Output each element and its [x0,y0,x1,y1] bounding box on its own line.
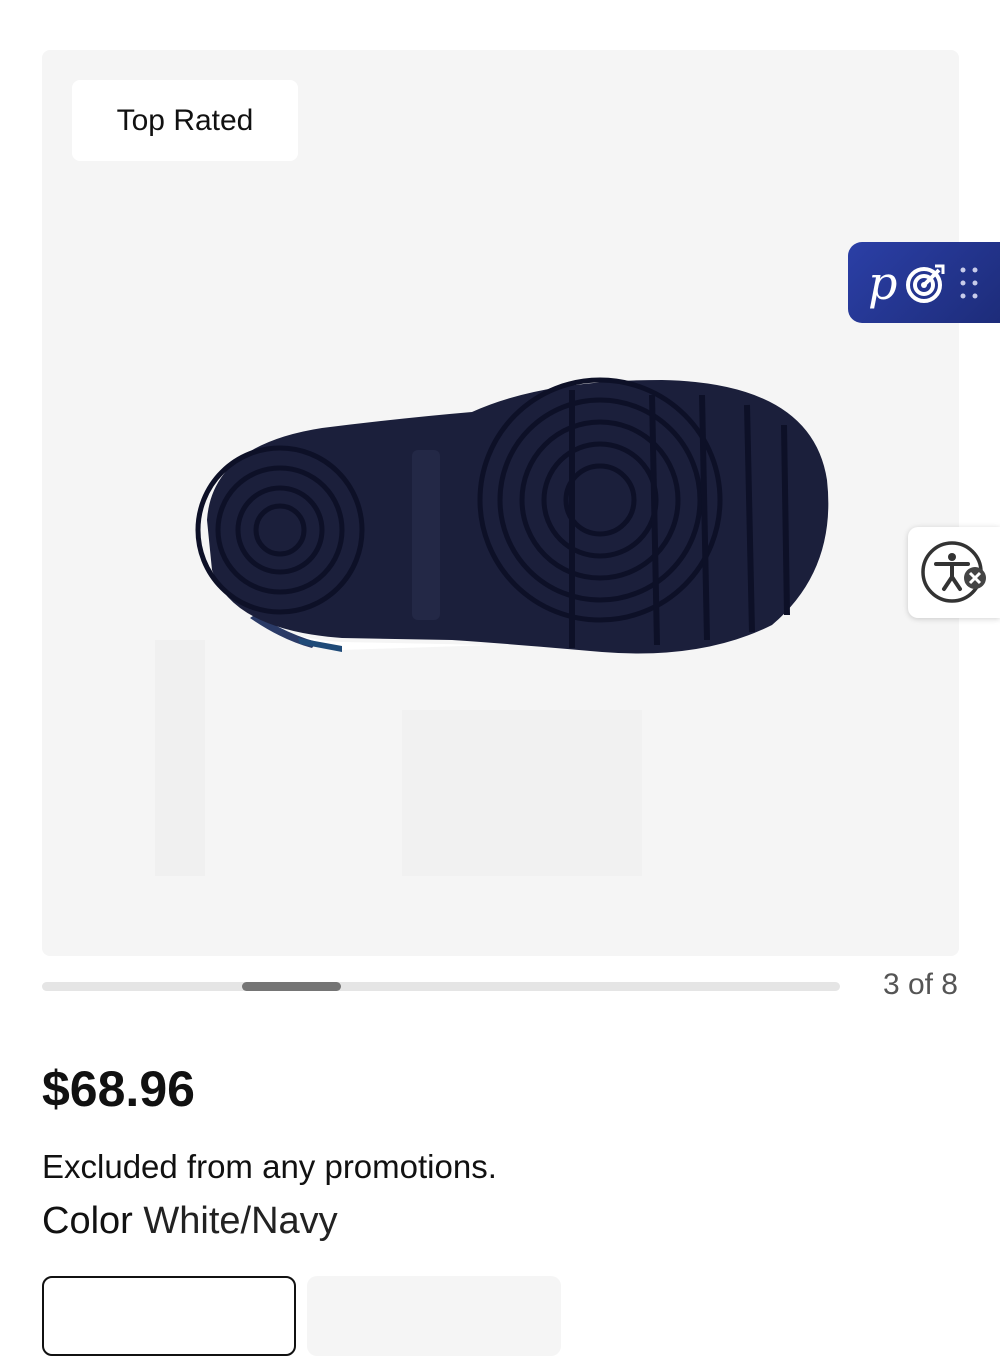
color-label: Color [42,1200,133,1242]
color-swatch[interactable] [307,1276,561,1356]
gallery-progress-track[interactable] [42,982,840,991]
accessibility-button[interactable] [908,527,1000,618]
promo-widget[interactable]: p [848,242,1000,323]
color-swatch-selected[interactable] [42,1276,296,1356]
accessibility-icon [921,541,986,603]
sneaker-outsole-image [155,377,829,876]
color-info: Color White/Navy [42,1200,338,1243]
product-price: $68.96 [42,1061,195,1117]
promo-letter: p [868,255,898,310]
target-icon [906,264,945,303]
image-counter: 3 of 8 [882,968,958,1001]
top-rated-badge: Top Rated [72,80,298,161]
color-value: White/Navy [143,1200,338,1242]
promotion-note: Excluded from any promotions. [42,1148,497,1185]
product-image-gallery[interactable]: Top Rated [42,50,959,956]
drag-handle-icon[interactable] [957,262,981,304]
gallery-progress-thumb[interactable] [241,982,341,991]
